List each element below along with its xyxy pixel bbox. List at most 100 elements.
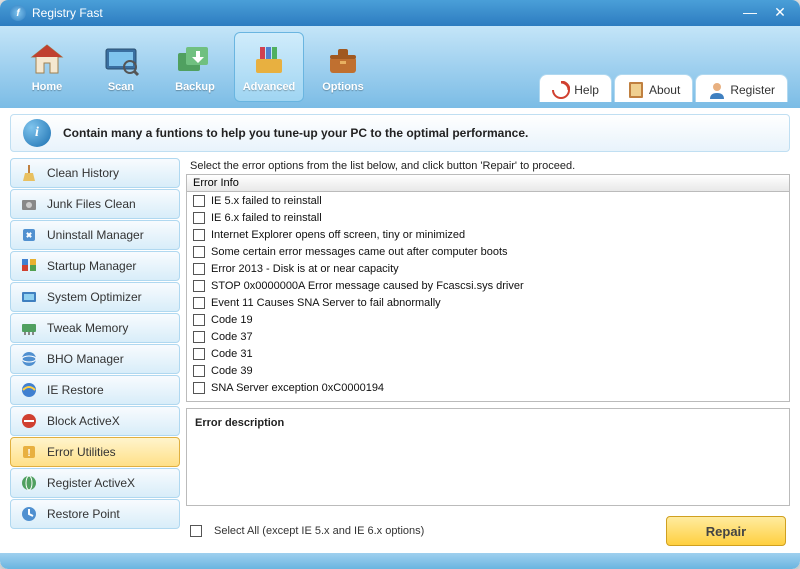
help-tab[interactable]: Help: [539, 74, 612, 102]
sidebar-item-startup-manager[interactable]: Startup Manager: [10, 251, 180, 281]
checkbox-icon[interactable]: [193, 348, 205, 360]
sidebar: Clean History Junk Files Clean Uninstall M…: [10, 158, 180, 563]
sidebar-item-label: Tweak Memory: [47, 321, 128, 335]
error-row[interactable]: IE 6.x failed to reinstall: [187, 209, 789, 226]
error-label: STOP 0x0000000A Error message caused by …: [211, 280, 524, 292]
about-tab[interactable]: About: [614, 74, 693, 102]
toolbar-advanced[interactable]: Advanced: [234, 32, 304, 102]
checkbox-icon: [190, 525, 202, 537]
sidebar-item-label: Uninstall Manager: [47, 228, 144, 242]
error-row[interactable]: Code 39: [187, 362, 789, 379]
sidebar-item-label: Error Utilities: [47, 445, 116, 459]
main-panel: Select the error options from the list b…: [186, 158, 790, 563]
close-button[interactable]: ✕: [770, 5, 790, 21]
titlebar[interactable]: f Registry Fast — ✕: [0, 0, 800, 26]
error-row[interactable]: Some certain error messages came out aft…: [187, 243, 789, 260]
checkbox-icon[interactable]: [193, 382, 205, 394]
error-row[interactable]: Code 37: [187, 328, 789, 345]
about-icon: [627, 81, 645, 99]
help-icon: [552, 81, 570, 99]
sidebar-item-clean-history[interactable]: Clean History: [10, 158, 180, 188]
sidebar-item-system-optimizer[interactable]: System Optimizer: [10, 282, 180, 312]
toolbar-label: Backup: [175, 81, 215, 93]
checkbox-icon[interactable]: [193, 263, 205, 275]
toolbar-scan[interactable]: Scan: [86, 32, 156, 102]
memory-icon: [19, 318, 39, 338]
error-row[interactable]: SNA Server exception 0xC0000194: [187, 379, 789, 396]
checkbox-icon[interactable]: [193, 365, 205, 377]
checkbox-icon[interactable]: [193, 246, 205, 258]
broom-icon: [19, 163, 39, 183]
info-banner: i Contain many a funtions to help you tu…: [10, 114, 790, 152]
main-toolbar: Home Scan Backup Advanced Options: [0, 26, 800, 108]
toolbar-home[interactable]: Home: [12, 32, 82, 102]
options-icon: [322, 41, 364, 79]
disk-icon: [19, 194, 39, 214]
minimize-button[interactable]: —: [740, 5, 760, 21]
register-icon: [19, 473, 39, 493]
restore-icon: [19, 504, 39, 524]
block-icon: [19, 411, 39, 431]
sidebar-item-error-utilities[interactable]: ! Error Utilities: [10, 437, 180, 467]
error-list: Error Info IE 5.x failed to reinstallIE …: [186, 174, 790, 402]
footer-stripe: [0, 553, 800, 569]
sidebar-item-label: Startup Manager: [47, 259, 136, 273]
error-description-box: Error description: [186, 408, 790, 506]
uninstall-icon: [19, 225, 39, 245]
right-tabs: Help About Register: [537, 32, 788, 102]
error-label: Code 19: [211, 314, 253, 326]
error-label: Code 39: [211, 365, 253, 377]
checkbox-icon[interactable]: [193, 297, 205, 309]
toolbar-backup[interactable]: Backup: [160, 32, 230, 102]
sidebar-item-label: Register ActiveX: [47, 476, 135, 490]
list-body[interactable]: IE 5.x failed to reinstallIE 6.x failed …: [187, 192, 789, 401]
sidebar-item-label: Junk Files Clean: [47, 197, 136, 211]
error-row[interactable]: Event 11 Causes SNA Server to fail abnor…: [187, 294, 789, 311]
checkbox-icon[interactable]: [193, 331, 205, 343]
select-all-label: Select All (except IE 5.x and IE 6.x opt…: [214, 525, 424, 537]
list-header[interactable]: Error Info: [187, 175, 789, 192]
repair-button[interactable]: Repair: [666, 516, 786, 546]
toolbar-label: Scan: [108, 81, 134, 93]
info-text: Contain many a funtions to help you tune…: [63, 126, 528, 140]
help-label: Help: [574, 83, 599, 97]
register-tab[interactable]: Register: [695, 74, 788, 102]
sidebar-item-restore-point[interactable]: Restore Point: [10, 499, 180, 529]
svg-text:!: !: [27, 448, 30, 459]
error-label: Code 37: [211, 331, 253, 343]
sidebar-item-bho-manager[interactable]: BHO Manager: [10, 344, 180, 374]
checkbox-icon[interactable]: [193, 280, 205, 292]
sidebar-item-tweak-memory[interactable]: Tweak Memory: [10, 313, 180, 343]
window-controls: — ✕: [740, 5, 790, 21]
bho-icon: [19, 349, 39, 369]
instruction-text: Select the error options from the list b…: [186, 158, 790, 174]
checkbox-icon[interactable]: [193, 314, 205, 326]
sidebar-item-block-activex[interactable]: Block ActiveX: [10, 406, 180, 436]
error-row[interactable]: Error 2013 - Disk is at or near capacity: [187, 260, 789, 277]
sidebar-item-label: System Optimizer: [47, 290, 142, 304]
error-label: Some certain error messages came out aft…: [211, 246, 508, 258]
app-window: f Registry Fast — ✕ Home Scan Backup: [0, 0, 800, 569]
select-all-checkbox[interactable]: Select All (except IE 5.x and IE 6.x opt…: [190, 525, 424, 537]
app-title: Registry Fast: [32, 6, 103, 20]
checkbox-icon[interactable]: [193, 195, 205, 207]
error-row[interactable]: Code 31: [187, 345, 789, 362]
error-row[interactable]: STOP 0x0000000A Error message caused by …: [187, 277, 789, 294]
sidebar-item-ie-restore[interactable]: IE Restore: [10, 375, 180, 405]
error-row[interactable]: Internet Explorer opens off screen, tiny…: [187, 226, 789, 243]
bottom-bar: Select All (except IE 5.x and IE 6.x opt…: [186, 506, 790, 546]
checkbox-icon[interactable]: [193, 229, 205, 241]
toolbar-options[interactable]: Options: [308, 32, 378, 102]
content-area: Clean History Junk Files Clean Uninstall M…: [0, 158, 800, 569]
sidebar-item-junk-files-clean[interactable]: Junk Files Clean: [10, 189, 180, 219]
error-label: Internet Explorer opens off screen, tiny…: [211, 229, 465, 241]
error-row[interactable]: Code 19: [187, 311, 789, 328]
sidebar-item-register-activex[interactable]: Register ActiveX: [10, 468, 180, 498]
startup-icon: [19, 256, 39, 276]
checkbox-icon[interactable]: [193, 212, 205, 224]
toolbar-label: Options: [322, 81, 364, 93]
sidebar-item-label: Block ActiveX: [47, 414, 120, 428]
sidebar-item-uninstall-manager[interactable]: Uninstall Manager: [10, 220, 180, 250]
backup-icon: [174, 41, 216, 79]
error-row[interactable]: IE 5.x failed to reinstall: [187, 192, 789, 209]
